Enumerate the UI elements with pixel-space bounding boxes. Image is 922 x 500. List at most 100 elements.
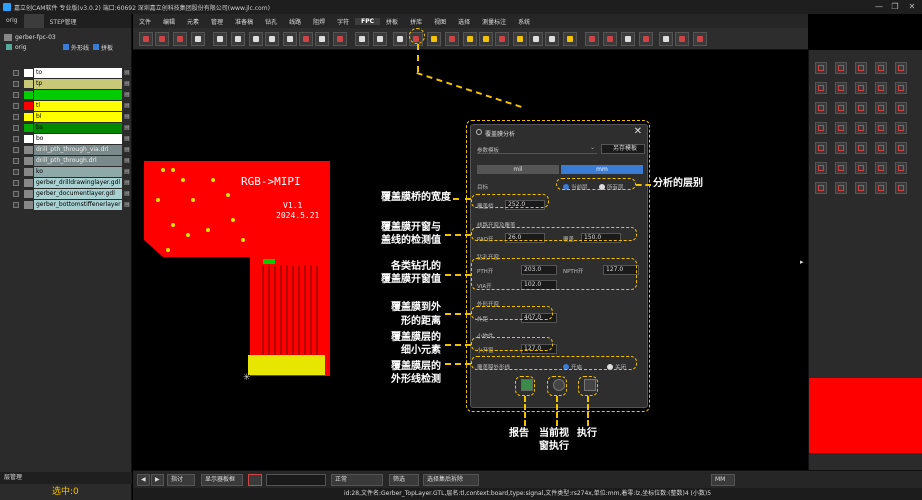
- layer-color-swatch[interactable]: [24, 69, 33, 77]
- outline-checkbox[interactable]: [63, 44, 69, 50]
- right-tool-button[interactable]: [835, 142, 847, 154]
- toolbar-button[interactable]: [249, 32, 263, 46]
- layer-checkbox[interactable]: [13, 180, 19, 186]
- layer-edit-icon[interactable]: ▤: [123, 146, 131, 154]
- menu-item[interactable]: 系统: [512, 17, 536, 26]
- layer-row[interactable]: to ▤: [0, 68, 132, 78]
- right-tool-button[interactable]: [855, 162, 867, 174]
- toolbar-button[interactable]: [283, 32, 297, 46]
- right-tool-button[interactable]: [895, 82, 907, 94]
- layer-manager-tab[interactable]: 层管理: [0, 472, 132, 484]
- toolbar-button[interactable]: [445, 32, 459, 46]
- menu-item[interactable]: 视图: [428, 17, 452, 26]
- right-tool-button[interactable]: [895, 142, 907, 154]
- tab-blank[interactable]: [23, 14, 44, 28]
- right-tool-button[interactable]: [895, 122, 907, 134]
- filter-all-button[interactable]: 筛选: [389, 474, 419, 486]
- right-tool-button[interactable]: [855, 122, 867, 134]
- show-board-button[interactable]: 显示器板框: [201, 474, 243, 486]
- layer-color-swatch[interactable]: [24, 124, 33, 132]
- layer-checkbox[interactable]: [13, 158, 19, 164]
- toolbar-button[interactable]: [155, 32, 169, 46]
- menu-item[interactable]: 拼库: [404, 17, 428, 26]
- layer-row[interactable]: bo ▤: [0, 134, 132, 144]
- toolbar-button[interactable]: [639, 32, 653, 46]
- layer-row[interactable]: drill_pth_through.drl ▤: [0, 156, 132, 166]
- tab-orig[interactable]: orig: [0, 14, 24, 28]
- layer-edit-icon[interactable]: ▤: [123, 201, 131, 209]
- layer-edit-icon[interactable]: ▤: [123, 113, 131, 121]
- menu-item[interactable]: 拼板: [380, 17, 404, 26]
- layer-color-swatch[interactable]: [24, 168, 33, 176]
- layer-color-swatch[interactable]: [24, 179, 33, 187]
- layer-edit-icon[interactable]: ▤: [123, 102, 131, 110]
- layer-edit-icon[interactable]: ▤: [123, 135, 131, 143]
- mode-select[interactable]: 正常: [331, 474, 383, 486]
- menu-item[interactable]: 管理: [205, 17, 229, 26]
- toolbar-button[interactable]: [265, 32, 279, 46]
- layer-checkbox[interactable]: [13, 92, 19, 98]
- layer-checkbox[interactable]: [13, 103, 19, 109]
- layer-checkbox[interactable]: [13, 147, 19, 153]
- toolbar-button[interactable]: [545, 32, 559, 46]
- close-button[interactable]: ✕: [905, 2, 919, 12]
- toolbar-button[interactable]: [139, 32, 153, 46]
- zoom-mode-select[interactable]: 指讨: [167, 474, 195, 486]
- panel-checkbox[interactable]: [93, 44, 100, 50]
- right-tool-button[interactable]: [895, 102, 907, 114]
- minimize-button[interactable]: —: [872, 2, 886, 12]
- layer-edit-icon[interactable]: ▤: [123, 168, 131, 176]
- layer-color-swatch[interactable]: [24, 80, 33, 88]
- right-tool-button[interactable]: [855, 102, 867, 114]
- layer-color-swatch[interactable]: [24, 102, 33, 110]
- right-tool-button[interactable]: [815, 122, 827, 134]
- tab-step-manager[interactable]: STEP管理: [44, 14, 83, 28]
- menu-item[interactable]: 阻焊: [307, 17, 331, 26]
- right-tool-button[interactable]: [875, 182, 887, 194]
- layer-checkbox[interactable]: [13, 191, 19, 197]
- layer-edit-icon[interactable]: ▤: [123, 124, 131, 132]
- layer-row[interactable]: ko ▤: [0, 167, 132, 177]
- menu-item[interactable]: 编辑: [157, 17, 181, 26]
- menu-item[interactable]: 钻孔: [259, 17, 283, 26]
- menu-item[interactable]: 测量标注: [476, 17, 512, 26]
- right-tool-button[interactable]: [855, 62, 867, 74]
- toolbar-button[interactable]: [231, 32, 245, 46]
- layer-edit-icon[interactable]: ▤: [123, 190, 131, 198]
- menu-item[interactable]: 字符: [331, 17, 355, 26]
- toolbar-button[interactable]: [563, 32, 577, 46]
- right-tool-button[interactable]: [895, 162, 907, 174]
- right-tool-button[interactable]: [855, 182, 867, 194]
- right-tool-button[interactable]: [815, 162, 827, 174]
- right-tool-button[interactable]: [815, 62, 827, 74]
- layer-color-swatch[interactable]: [24, 146, 33, 154]
- layer-checkbox[interactable]: [13, 202, 19, 208]
- toolbar-button[interactable]: [173, 32, 187, 46]
- right-tool-button[interactable]: [875, 142, 887, 154]
- toolbar-button[interactable]: [693, 32, 707, 46]
- layer-color-swatch[interactable]: [24, 135, 33, 143]
- right-tool-button[interactable]: [855, 82, 867, 94]
- layer-row[interactable]: gerber_documentlayer.gdl ▤: [0, 189, 132, 199]
- layer-color-swatch[interactable]: [24, 91, 33, 99]
- menu-item[interactable]: 选择: [452, 17, 476, 26]
- right-tool-button[interactable]: [815, 102, 827, 114]
- layer-row[interactable]: gerber_bottomstiffenerlayer ▤: [0, 200, 132, 210]
- layer-edit-icon[interactable]: ▤: [123, 91, 131, 99]
- toolbar-button[interactable]: [373, 32, 387, 46]
- layer-color-swatch[interactable]: [24, 201, 33, 209]
- layer-checkbox[interactable]: [13, 169, 19, 175]
- right-tool-button[interactable]: [815, 142, 827, 154]
- right-tool-button[interactable]: [855, 142, 867, 154]
- toolbar-button[interactable]: [191, 32, 205, 46]
- menu-item[interactable]: 文件: [133, 17, 157, 26]
- layer-edit-icon[interactable]: ▤: [123, 69, 131, 77]
- toolbar-button[interactable]: [333, 32, 347, 46]
- toolbar-button[interactable]: [299, 32, 313, 46]
- toolbar-button[interactable]: [213, 32, 227, 46]
- right-tool-button[interactable]: [835, 162, 847, 174]
- toolbar-button[interactable]: [513, 32, 527, 46]
- right-tool-button[interactable]: [835, 122, 847, 134]
- right-tool-button[interactable]: [875, 162, 887, 174]
- layer-row[interactable]: tp ▤: [0, 79, 132, 89]
